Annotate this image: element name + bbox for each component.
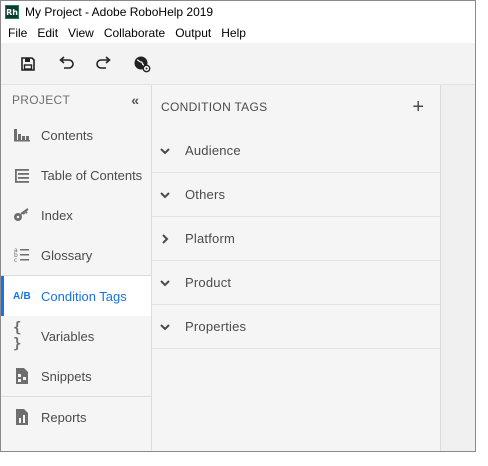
sidebar-item-toc[interactable]: Table of Contents bbox=[1, 155, 151, 195]
panel-title: CONDITION TAGS bbox=[161, 100, 268, 114]
menu-help[interactable]: Help bbox=[216, 26, 251, 40]
condition-tags-panel: CONDITION TAGS + Audience Others Platfor… bbox=[152, 85, 441, 451]
glossary-icon: a b c bbox=[13, 246, 31, 264]
torn-edge-bottom bbox=[0, 452, 488, 466]
undo-button[interactable] bbox=[47, 49, 85, 79]
sidebar-item-label: Condition Tags bbox=[41, 288, 127, 304]
redo-button[interactable] bbox=[85, 49, 123, 79]
sidebar-item-condition-tags[interactable]: A/B Condition Tags bbox=[1, 276, 151, 316]
report-icon bbox=[13, 408, 31, 426]
tag-group-properties[interactable]: Properties bbox=[152, 305, 440, 349]
save-icon bbox=[21, 56, 35, 71]
svg-text:c: c bbox=[14, 257, 17, 264]
sidebar-item-variables[interactable]: { } Variables bbox=[1, 316, 151, 356]
tag-group-platform[interactable]: Platform bbox=[152, 217, 440, 261]
sidebar-item-contents[interactable]: Contents bbox=[1, 115, 151, 155]
toolbar bbox=[1, 43, 475, 85]
sidebar-item-label: Snippets bbox=[41, 368, 92, 384]
torn-edge-right bbox=[476, 0, 488, 466]
key-icon bbox=[13, 206, 31, 224]
sidebar-item-label: Table of Contents bbox=[41, 167, 143, 183]
sidebar-item-snippets[interactable]: Snippets bbox=[1, 356, 151, 396]
sidebar-item-label: Contents bbox=[41, 127, 94, 143]
tag-group-label: Others bbox=[185, 187, 226, 202]
snippet-icon bbox=[13, 367, 31, 385]
window-title: My Project - Adobe RoboHelp 2019 bbox=[25, 5, 214, 19]
sidebar-header: PROJECT « bbox=[1, 85, 151, 115]
ab-icon: A/B bbox=[12, 290, 32, 302]
menu-edit[interactable]: Edit bbox=[32, 26, 63, 40]
robohelp-app-icon: Rh bbox=[5, 5, 19, 19]
contents-icon bbox=[13, 126, 31, 144]
sidebar-item-label: Glossary bbox=[41, 247, 93, 263]
sidebar-item-index[interactable]: Index bbox=[1, 195, 151, 235]
app-window: Rh My Project - Adobe RoboHelp 2019 File… bbox=[0, 0, 476, 452]
tag-group-others[interactable]: Others bbox=[152, 173, 440, 217]
sidebar-item-reports[interactable]: Reports bbox=[1, 397, 151, 437]
sidebar-item-label: Variables bbox=[41, 328, 95, 344]
sidebar-item-glossary[interactable]: a b c Glossary bbox=[1, 235, 151, 275]
tag-group-label: Audience bbox=[185, 143, 241, 158]
menu-view[interactable]: View bbox=[63, 26, 99, 40]
editor-area bbox=[441, 85, 475, 451]
menu-output[interactable]: Output bbox=[170, 26, 216, 40]
globe-settings-icon bbox=[134, 56, 151, 72]
chevron-down-icon[interactable] bbox=[158, 320, 172, 334]
curly-braces-icon: { } bbox=[13, 320, 22, 352]
tag-group-label: Product bbox=[185, 275, 232, 290]
toc-icon bbox=[13, 166, 31, 184]
chevron-down-icon[interactable] bbox=[158, 144, 172, 158]
chevron-right-icon[interactable] bbox=[158, 232, 172, 246]
sidebar-item-label: Reports bbox=[41, 409, 87, 425]
menu-collaborate[interactable]: Collaborate bbox=[99, 26, 170, 40]
tag-group-label: Platform bbox=[185, 231, 236, 246]
undo-icon bbox=[59, 55, 74, 69]
menu-bar: File Edit View Collaborate Output Help bbox=[1, 23, 475, 43]
sidebar-item-label: Index bbox=[41, 207, 73, 223]
tag-group-product[interactable]: Product bbox=[152, 261, 440, 305]
project-sidebar: PROJECT « Contents Table of Contents Ind… bbox=[1, 85, 152, 451]
sidebar-title: PROJECT bbox=[12, 93, 71, 107]
save-button[interactable] bbox=[9, 49, 47, 79]
panel-header: CONDITION TAGS + bbox=[152, 85, 440, 129]
chevron-down-icon[interactable] bbox=[158, 188, 172, 202]
tag-group-label: Properties bbox=[185, 319, 247, 334]
collapse-sidebar-icon[interactable]: « bbox=[131, 92, 139, 108]
add-tag-button[interactable]: + bbox=[412, 97, 424, 117]
tag-group-audience[interactable]: Audience bbox=[152, 129, 440, 173]
title-bar: Rh My Project - Adobe RoboHelp 2019 bbox=[1, 1, 475, 23]
redo-icon bbox=[96, 55, 111, 69]
menu-file[interactable]: File bbox=[3, 26, 32, 40]
globe-settings-button[interactable] bbox=[123, 49, 161, 79]
chevron-down-icon[interactable] bbox=[158, 276, 172, 290]
